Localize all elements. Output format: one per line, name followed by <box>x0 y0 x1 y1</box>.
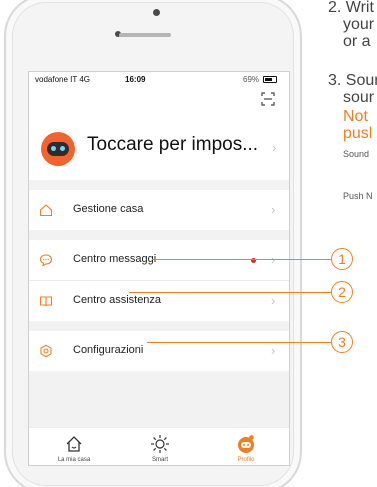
tab-label: Profilo <box>237 457 255 463</box>
sound-label: Sound <box>343 149 370 159</box>
sun-icon <box>151 435 169 453</box>
chat-bubble-icon <box>39 254 53 267</box>
carrier-label: vodafone IT 4G <box>35 75 90 84</box>
menu-item-label: Centro assistenza <box>73 294 162 306</box>
avatar <box>41 132 75 166</box>
settings-hex-icon <box>40 344 52 358</box>
menu-item-label: Centro messaggi <box>73 253 157 265</box>
chevron-right-icon: › <box>272 140 277 155</box>
section-divider <box>29 321 289 331</box>
battery-icon <box>263 76 277 83</box>
callout-number-2: 2 <box>331 281 353 303</box>
section-divider <box>29 230 289 240</box>
battery-percent: 69% <box>243 75 260 84</box>
tab-bar: La mia casa Smart Profilo <box>29 427 289 465</box>
step3-text-line1: 3. Sour <box>328 72 377 89</box>
callout-line-1 <box>152 259 332 260</box>
tab-label: Smart <box>151 457 168 463</box>
callout-line-2 <box>129 292 331 293</box>
home-icon <box>66 436 82 452</box>
menu-item-centro-messaggi[interactable]: Centro messaggi › <box>29 240 289 280</box>
scan-icon[interactable] <box>261 92 275 106</box>
menu-item-label: Gestione casa <box>73 203 144 215</box>
front-camera <box>153 9 160 16</box>
status-bar: vodafone IT 4G 16:09 69% <box>29 72 289 86</box>
phone-frame: vodafone IT 4G 16:09 69% Toccare per imp… <box>4 0 302 487</box>
chevron-right-icon: › <box>271 293 276 308</box>
note-text-line2: pusl <box>343 125 373 142</box>
app-screen: vodafone IT 4G 16:09 69% Toccare per imp… <box>28 71 290 466</box>
menu-item-configurazioni[interactable]: Configurazioni › <box>29 331 289 371</box>
avatar-eye-left <box>51 146 56 151</box>
step2-text-line2: your <box>343 16 375 33</box>
earpiece-speaker <box>119 33 171 37</box>
note-text-line1: Not <box>343 108 368 125</box>
section-divider <box>29 180 289 190</box>
menu-item-centro-assistenza[interactable]: Centro assistenza › <box>29 281 289 321</box>
empty-area <box>29 371 289 427</box>
step2-text-line1: 2. Writ <box>328 0 374 16</box>
profile-icon <box>238 435 254 453</box>
step3-text-line2: sour <box>343 89 375 106</box>
tab-smart[interactable]: Smart <box>120 428 200 465</box>
tab-profilo[interactable]: Profilo <box>206 428 286 465</box>
robot-face-icon <box>47 142 69 156</box>
callout-line-3 <box>147 342 331 343</box>
step2-text-line3: or a <box>343 33 371 50</box>
home-outline-icon <box>39 204 53 217</box>
battery-level <box>265 78 272 81</box>
tab-la-mia-casa[interactable]: La mia casa <box>34 428 114 465</box>
callout-number-3: 3 <box>331 331 353 353</box>
menu-item-label: Configurazioni <box>73 344 144 356</box>
push-label: Push N <box>343 191 373 201</box>
book-icon <box>39 296 53 307</box>
profile-name: Toccare per impos... <box>87 134 259 155</box>
clock: 16:09 <box>125 75 146 84</box>
menu-item-gestione-casa[interactable]: Gestione casa › <box>29 190 289 230</box>
profile-header[interactable]: Toccare per impos... › <box>29 118 289 180</box>
chevron-right-icon: › <box>271 343 276 358</box>
chevron-right-icon: › <box>271 202 276 217</box>
tab-label: La mia casa <box>57 457 91 463</box>
callout-number-1: 1 <box>331 248 353 270</box>
avatar-eye-right <box>60 146 65 151</box>
